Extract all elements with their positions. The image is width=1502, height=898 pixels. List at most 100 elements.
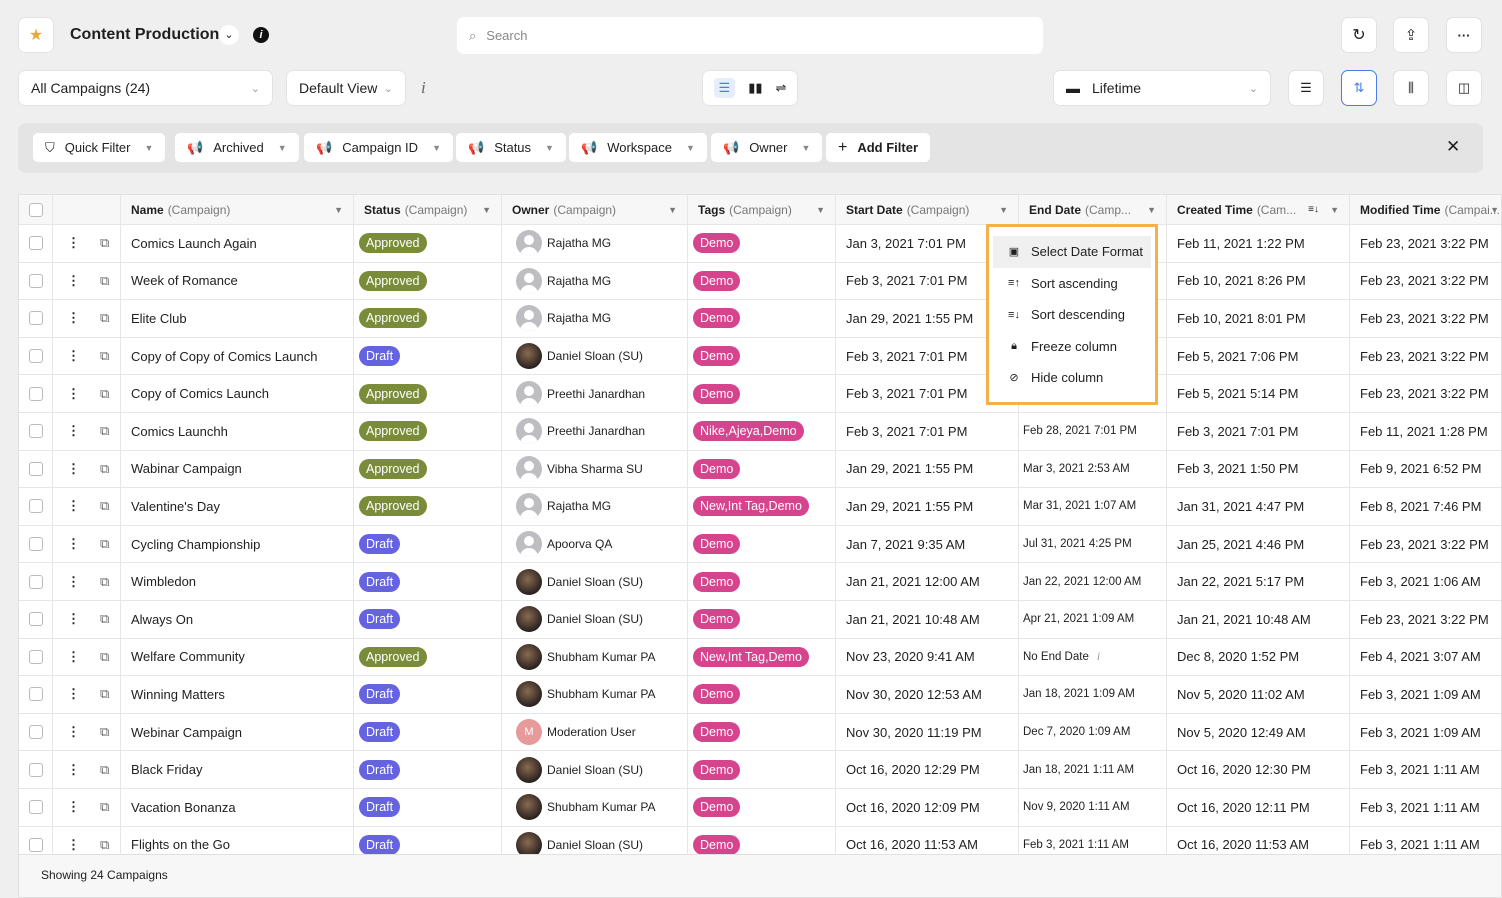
campaign-name[interactable]: Vacation Bonanza (131, 800, 236, 815)
row-menu-icon[interactable]: ⋮ (67, 423, 80, 439)
preview-icon[interactable]: ⧉ (100, 461, 109, 477)
row-checkbox[interactable] (29, 762, 43, 777)
preview-icon[interactable]: ⧉ (100, 649, 109, 665)
row-checkbox[interactable] (29, 424, 43, 439)
row-menu-icon[interactable]: ⋮ (67, 762, 80, 778)
menu-item[interactable]: 🔒︎ Freeze column (993, 331, 1151, 363)
filter-chip[interactable]: 📢 Archived ▼ (175, 133, 299, 162)
campaign-name[interactable]: Winning Matters (131, 687, 225, 702)
row-checkbox[interactable] (29, 273, 43, 288)
row-checkbox[interactable] (29, 837, 43, 852)
row-menu-icon[interactable]: ⋮ (67, 799, 80, 815)
row-menu-icon[interactable]: ⋮ (67, 273, 80, 289)
row-menu-icon[interactable]: ⋮ (67, 611, 80, 627)
table-row[interactable]: ⋮ ⧉ Week of Romance Approved Rajatha MG D… (19, 262, 1501, 301)
row-checkbox[interactable] (29, 537, 43, 552)
panel-button[interactable]: ◫ (1446, 70, 1482, 106)
column-header[interactable]: Created Time (Cam... ≡↓ ▼ (1167, 195, 1350, 224)
column-header[interactable]: Status (Campaign) ▼ (354, 195, 502, 224)
campaign-name[interactable]: Copy of Copy of Comics Launch (131, 349, 317, 364)
preview-icon[interactable]: ⧉ (100, 686, 109, 702)
preview-icon[interactable]: ⧉ (100, 348, 109, 364)
campaign-name[interactable]: Flights on the Go (131, 837, 230, 852)
row-checkbox[interactable] (29, 236, 43, 251)
column-menu-icon[interactable]: ▼ (334, 205, 343, 215)
filter-chip[interactable]: ⛉ Quick Filter ▼ (33, 133, 166, 162)
column-menu-icon[interactable]: ▼ (482, 205, 491, 215)
row-checkbox[interactable] (29, 649, 43, 664)
row-menu-icon[interactable]: ⋮ (67, 498, 80, 514)
column-menu-icon[interactable]: ▼ (1330, 205, 1339, 215)
campaign-name[interactable]: Elite Club (131, 311, 187, 326)
preview-icon[interactable]: ⧉ (100, 498, 109, 514)
filter-chip[interactable]: 📢 Owner ▼ (711, 133, 823, 162)
refresh-button[interactable]: ↻ (1341, 17, 1377, 53)
view-select[interactable]: Default View ⌄ (286, 70, 406, 106)
column-menu-icon[interactable]: ▼ (999, 205, 1008, 215)
table-row[interactable]: ⋮ ⧉ Webinar Campaign Draft M Moderation Us… (19, 713, 1501, 752)
column-header[interactable]: Tags (Campaign) ▼ (688, 195, 836, 224)
row-checkbox[interactable] (29, 461, 43, 476)
table-row[interactable]: ⋮ ⧉ Wabinar Campaign Approved Vibha Sharm… (19, 450, 1501, 489)
title-dropdown-button[interactable]: ⌄ (219, 25, 239, 45)
row-checkbox[interactable] (29, 386, 43, 401)
campaign-name[interactable]: Valentine's Day (131, 499, 220, 514)
columns-button[interactable]: ⫼ (1393, 70, 1429, 106)
column-header[interactable]: Owner (Campaign) ▼ (502, 195, 688, 224)
row-menu-icon[interactable]: ⋮ (67, 536, 80, 552)
campaign-name[interactable]: Webinar Campaign (131, 725, 242, 740)
row-menu-icon[interactable]: ⋮ (67, 386, 80, 402)
row-menu-icon[interactable]: ⋮ (67, 461, 80, 477)
campaign-name[interactable]: Wimbledon (131, 574, 196, 589)
campaign-name[interactable]: Wabinar Campaign (131, 461, 242, 476)
column-header[interactable]: Start Date (Campaign) ▼ (836, 195, 1019, 224)
row-menu-icon[interactable]: ⋮ (67, 686, 80, 702)
row-menu-icon[interactable]: ⋮ (67, 235, 80, 251)
menu-item[interactable]: ≡↓ Sort descending (993, 299, 1151, 331)
preview-icon[interactable]: ⧉ (100, 574, 109, 590)
board-view-icon[interactable]: ▮▮ (748, 80, 762, 96)
row-menu-icon[interactable]: ⋮ (67, 837, 80, 853)
table-row[interactable]: ⋮ ⧉ Cycling Championship Draft Apoorva QA… (19, 525, 1501, 564)
column-menu-icon[interactable]: ▼ (668, 205, 677, 215)
table-row[interactable]: ⋮ ⧉ Copy of Comics Launch Approved Preeth… (19, 375, 1501, 413)
campaign-name[interactable]: Comics Launchh (131, 424, 228, 439)
table-row[interactable]: ⋮ ⧉ Black Friday Draft Daniel Sloan (SU) … (19, 751, 1501, 789)
table-row[interactable]: ⋮ ⧉ Comics Launch Again Approved Rajatha … (19, 225, 1501, 263)
row-menu-icon[interactable]: ⋮ (67, 348, 80, 364)
table-row[interactable]: ⋮ ⧉ Valentine's Day Approved Rajatha MG N… (19, 488, 1501, 526)
preview-icon[interactable]: ⧉ (100, 762, 109, 778)
more-button[interactable]: ··· (1446, 17, 1482, 53)
table-row[interactable]: ⋮ ⧉ Elite Club Approved Rajatha MG Demo J… (19, 300, 1501, 338)
list-view-icon[interactable]: ☰ (713, 78, 736, 98)
sort-button[interactable]: ⇅ (1341, 70, 1377, 106)
row-checkbox[interactable] (29, 499, 43, 514)
column-header[interactable]: Name (Campaign) ▼ (121, 195, 354, 224)
row-menu-icon[interactable]: ⋮ (67, 310, 80, 326)
table-row[interactable]: ⋮ ⧉ Wimbledon Draft Daniel Sloan (SU) Dem… (19, 563, 1501, 601)
clear-filters-button[interactable]: ✕ (1446, 137, 1460, 157)
favorite-button[interactable]: ★ (18, 17, 54, 53)
table-row[interactable]: ⋮ ⧉ Always On Draft Daniel Sloan (SU) Dem… (19, 601, 1501, 639)
row-checkbox[interactable] (29, 612, 43, 627)
preview-icon[interactable]: ⧉ (100, 799, 109, 815)
column-menu-icon[interactable]: ▼ (1147, 205, 1156, 215)
campaign-filter-select[interactable]: All Campaigns (24) ⌄ (18, 70, 273, 106)
preview-icon[interactable]: ⧉ (100, 536, 109, 552)
search-input[interactable]: ⌕ Search (457, 17, 1043, 54)
row-checkbox[interactable] (29, 687, 43, 702)
table-row[interactable]: ⋮ ⧉ Flights on the Go Draft Daniel Sloan … (19, 826, 1501, 854)
preview-icon[interactable]: ⧉ (100, 423, 109, 439)
row-checkbox[interactable] (29, 574, 43, 589)
row-menu-icon[interactable]: ⋮ (67, 649, 80, 665)
date-range-select[interactable]: ▬ Lifetime ⌄ (1053, 70, 1271, 106)
indent-button[interactable]: ☰ (1288, 70, 1324, 106)
settings-sliders-icon[interactable]: ⇌ (776, 80, 787, 96)
preview-icon[interactable]: ⧉ (100, 611, 109, 627)
campaign-name[interactable]: Black Friday (131, 762, 203, 777)
table-row[interactable]: ⋮ ⧉ Copy of Copy of Comics Launch Draft D… (19, 337, 1501, 376)
campaign-name[interactable]: Cycling Championship (131, 537, 260, 552)
preview-icon[interactable]: ⧉ (100, 310, 109, 326)
filter-chip[interactable]: 📢 Workspace ▼ (569, 133, 707, 162)
campaign-name[interactable]: Week of Romance (131, 273, 238, 288)
